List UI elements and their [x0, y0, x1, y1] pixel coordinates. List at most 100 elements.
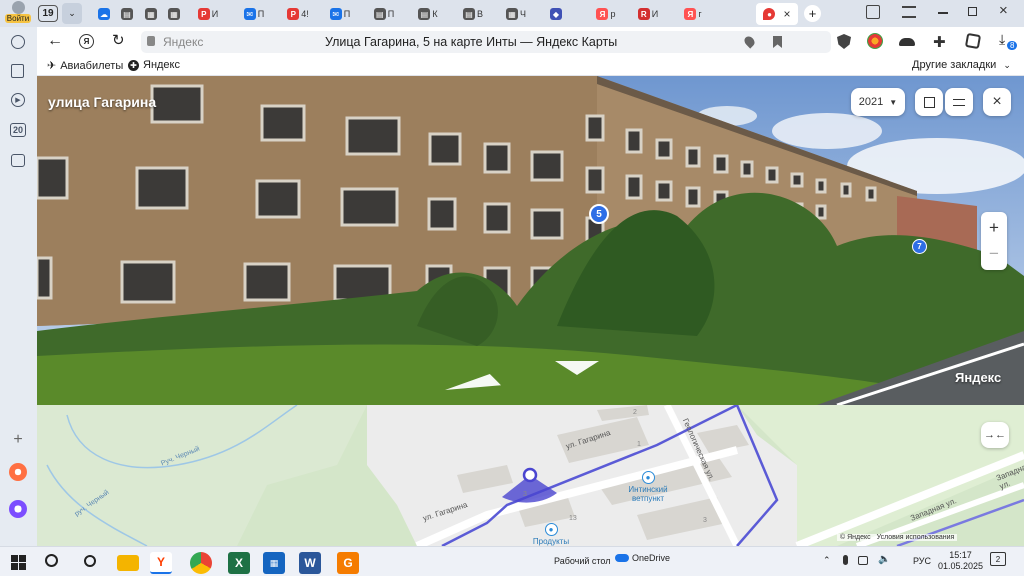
tab-12[interactable]: ◆: [545, 3, 567, 25]
tab-label: И: [651, 9, 659, 19]
street-panorama[interactable]: улица Гагарина 5 7 2021 ▼ × + − Яндекс: [37, 76, 1024, 405]
collapse-map-button[interactable]: →←: [981, 422, 1009, 448]
camera-icon[interactable]: [11, 154, 25, 167]
add-panel-icon[interactable]: +: [9, 431, 27, 449]
panorama-menu-button[interactable]: [945, 88, 973, 116]
house-marker-5[interactable]: 5: [589, 204, 609, 224]
cloud-icon: [615, 554, 629, 562]
map-pin-icon: ●: [763, 8, 776, 20]
windows-start-icon[interactable]: [11, 555, 26, 570]
url-box[interactable]: Яндекс Улица Гагарина, 5 на карте Инты —…: [141, 31, 831, 53]
downloads-icon[interactable]: ⤓ 8: [999, 31, 1018, 50]
bookmark-yandex[interactable]: ✚ Яндекс: [128, 59, 180, 71]
plane-icon: ✈: [47, 60, 57, 72]
close-window-button[interactable]: ×: [999, 2, 1008, 19]
tab-8[interactable]: ▤ П: [366, 3, 402, 25]
onedrive-item[interactable]: OneDrive: [615, 553, 670, 563]
tab-6[interactable]: P 4!: [280, 3, 316, 25]
back-icon[interactable]: ←: [47, 32, 63, 50]
tab-4[interactable]: PИ: [190, 3, 226, 25]
flower-ext-icon[interactable]: [867, 33, 883, 49]
menu-icon[interactable]: [902, 6, 916, 18]
minimize-button[interactable]: [938, 12, 948, 14]
profile-button[interactable]: Войти: [4, 0, 32, 27]
browser-sidebar: ▶ 20 +: [0, 27, 37, 546]
tab-0[interactable]: ☁: [93, 3, 115, 25]
yandex-icon: Я: [596, 8, 609, 20]
counter-badge-icon[interactable]: 20: [10, 123, 26, 137]
network-icon[interactable]: [858, 556, 868, 565]
zoom-in-button[interactable]: +: [989, 215, 999, 241]
tab-label: В: [476, 9, 483, 19]
history-icon[interactable]: [11, 35, 25, 49]
expand-panorama-button[interactable]: [915, 88, 943, 116]
calculator-icon[interactable]: ▦: [263, 552, 285, 574]
other-bookmarks-label: Другие закладки: [912, 59, 997, 71]
tab-13[interactable]: Яр: [588, 3, 624, 25]
yandex-home-icon[interactable]: Я: [79, 34, 94, 49]
tab-5[interactable]: ✉ П: [236, 3, 272, 25]
tabs-dropdown-icon[interactable]: ⌄: [62, 3, 82, 24]
tab-14[interactable]: RИ: [630, 3, 666, 25]
yandex-watermark: Яндекс: [955, 370, 1002, 385]
collections-icon[interactable]: [866, 5, 880, 19]
app-icon[interactable]: G: [337, 552, 359, 574]
doc-icon: ▤: [373, 8, 386, 20]
volume-icon[interactable]: 🔈: [878, 554, 890, 565]
maximize-button[interactable]: [968, 7, 977, 16]
zoom-out-button[interactable]: −: [989, 241, 999, 267]
tab-active-map[interactable]: ● ×: [756, 3, 798, 25]
shield-icon: ◆: [550, 8, 562, 20]
folder-icon[interactable]: [117, 555, 139, 571]
mini-map[interactable]: ул. Гагарина ул. Гагарина Геологическая …: [37, 405, 1024, 546]
language-indicator[interactable]: РУС: [913, 556, 931, 566]
close-panorama-button[interactable]: ×: [983, 88, 1011, 116]
tab-label: П: [343, 9, 351, 19]
poi-vetpunkt[interactable]: ● Интинский ветпункт: [623, 471, 673, 503]
tab-3[interactable]: ▦: [163, 3, 185, 25]
hat-ext-icon[interactable]: [899, 38, 915, 46]
location-pin-icon[interactable]: [742, 34, 757, 49]
tray-chevron-icon[interactable]: ⌃: [823, 555, 831, 566]
tab-15[interactable]: Яг: [675, 3, 711, 25]
house-marker-7[interactable]: 7: [912, 239, 927, 254]
poi-produkty[interactable]: ● Продукты: [525, 523, 577, 546]
puzzle-icon[interactable]: ✚: [933, 33, 946, 51]
tab-9[interactable]: ▤ К: [410, 3, 446, 25]
tab-7[interactable]: ✉ П: [322, 3, 358, 25]
map-house-number: 1: [637, 441, 641, 448]
shield-ext-icon[interactable]: [837, 34, 851, 49]
mic-icon[interactable]: [843, 555, 848, 565]
search-icon[interactable]: [45, 554, 58, 567]
yandex-browser-icon[interactable]: Y: [150, 552, 172, 574]
menu-icon: [953, 98, 965, 106]
yandex-games-icon[interactable]: [9, 463, 27, 481]
tab-2[interactable]: ▦: [140, 3, 162, 25]
terms-link[interactable]: Условия использования: [877, 534, 955, 541]
reload-icon[interactable]: ↻: [112, 31, 125, 49]
year-select[interactable]: 2021 ▼: [851, 88, 905, 116]
new-tab-button[interactable]: +: [804, 5, 821, 22]
tab-1[interactable]: ▤: [116, 3, 138, 25]
desktop-label[interactable]: Рабочий стол: [554, 556, 611, 566]
tab-10[interactable]: ▤ В: [455, 3, 491, 25]
tab-counter[interactable]: 19: [38, 5, 58, 22]
close-tab-icon[interactable]: ×: [783, 7, 790, 21]
play-icon[interactable]: ▶: [11, 93, 25, 107]
doc-icon: ▤: [462, 8, 475, 20]
clock[interactable]: 15:17 01.05.2025: [938, 550, 983, 572]
cloud-icon: ☁: [98, 8, 110, 20]
box-ext-icon[interactable]: [964, 32, 982, 50]
onedrive-label: OneDrive: [632, 553, 671, 563]
alice-icon[interactable]: [9, 500, 27, 518]
chrome-icon[interactable]: [190, 552, 212, 574]
word-icon[interactable]: W: [299, 552, 321, 574]
excel-icon[interactable]: X: [228, 552, 250, 574]
other-bookmarks[interactable]: Другие закладки ⌄: [912, 59, 1011, 71]
notes-icon[interactable]: [11, 64, 24, 78]
bookmark-icon[interactable]: [773, 36, 782, 48]
tab-11[interactable]: ▦ Ч: [498, 3, 534, 25]
taskview-icon[interactable]: [84, 555, 96, 567]
notifications-icon[interactable]: 2: [990, 552, 1006, 566]
bookmark-aviabilety[interactable]: ✈ Авиабилеты: [47, 59, 123, 73]
